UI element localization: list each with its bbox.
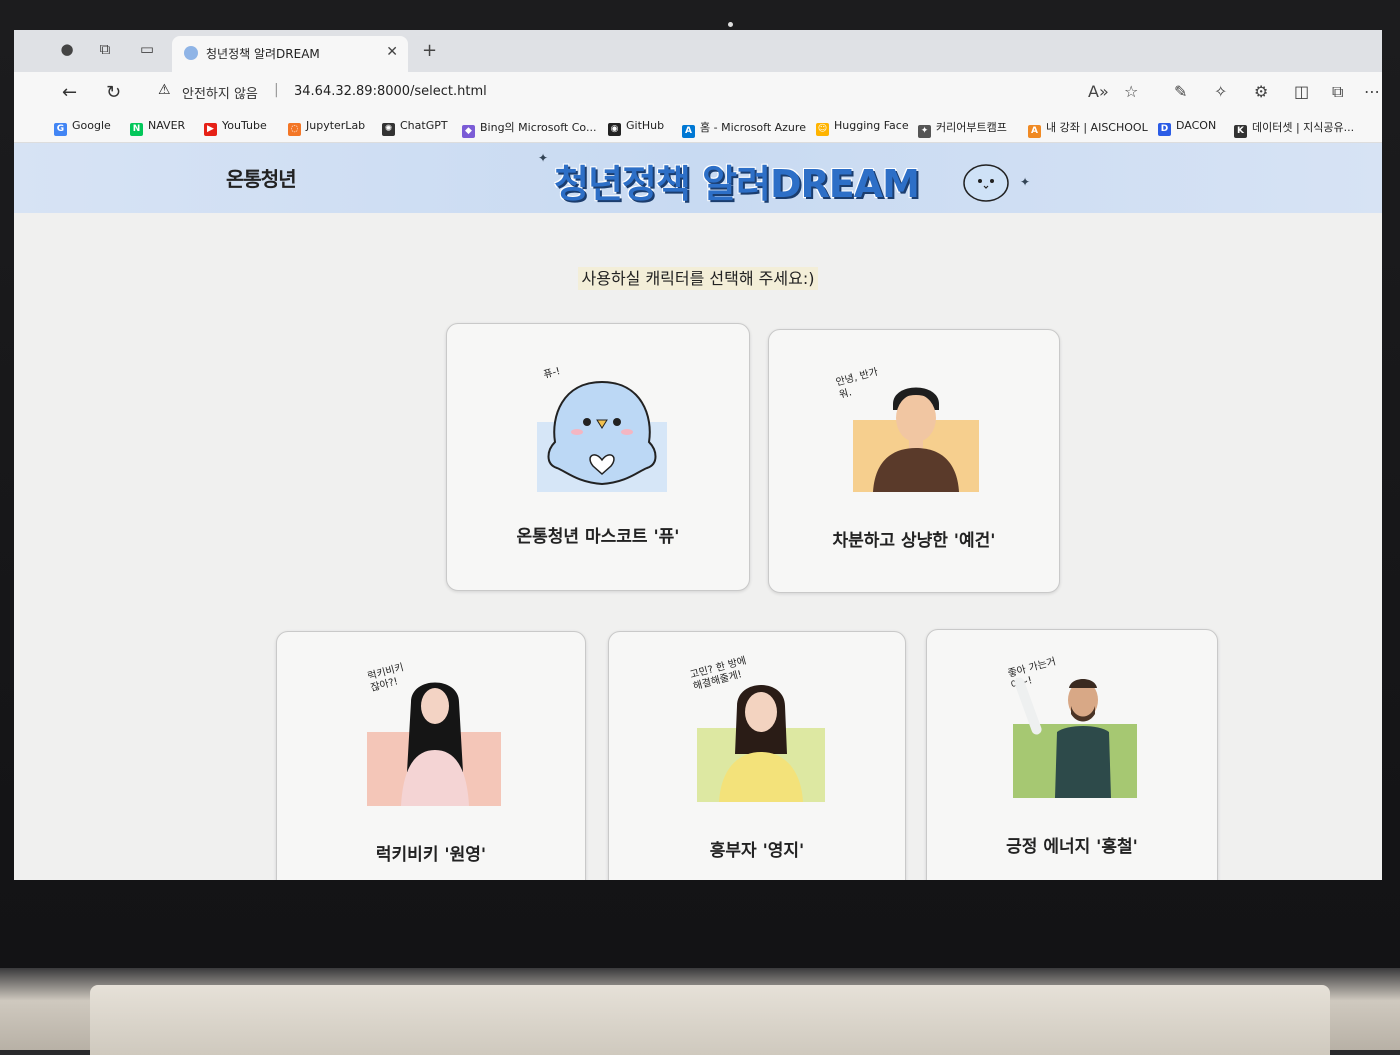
bookmark-google[interactable]: G Google	[54, 119, 111, 136]
copilot-icon: ◆	[462, 125, 475, 138]
url-separator: |	[274, 82, 279, 98]
collections-icon[interactable]: ⧉	[1332, 82, 1343, 102]
favorite-star-icon[interactable]: ☆	[1124, 82, 1138, 101]
bookmark-youtube[interactable]: ▶ YouTube	[204, 119, 267, 136]
tab-title: 청년정책 알려DREAM	[206, 47, 320, 61]
character-image-wonyoung	[367, 672, 501, 806]
more-menu-icon[interactable]: ⋯	[1364, 82, 1380, 101]
mascot-pyu-icon	[963, 164, 1009, 202]
screen: ● ⧉ ▭ 청년정책 알려DREAM ✕ + ← ↻ ⚠ 안전하지 않음 | 3…	[14, 30, 1382, 880]
character-card-pyu[interactable]: 퓨-! 온통청년 마스코트 '퓨'	[446, 323, 750, 591]
bookmark-naver[interactable]: N NAVER	[130, 119, 185, 136]
character-image-yegeon	[853, 374, 979, 492]
bookmark-azure[interactable]: A홈 - Microsoft Azure	[682, 119, 806, 138]
bookmark-huggingface[interactable]: ☺ Hugging Face	[816, 119, 909, 136]
profile-icon[interactable]: ●	[58, 40, 76, 58]
character-label[interactable]: 차분하고 상냥한 '예건'	[769, 526, 1059, 551]
dacon-icon: D	[1158, 123, 1171, 136]
site-logo[interactable]: 온통청년	[226, 163, 297, 192]
huggingface-icon: ☺	[816, 123, 829, 136]
read-aloud-icon[interactable]: A»	[1088, 82, 1109, 101]
character-card-youngji[interactable]: 고민? 한 방에 해결해줄게! 흥부자 '영지'	[608, 631, 906, 880]
sparkle-icon: ✦	[538, 151, 549, 165]
address-bar: ← ↻ ⚠ 안전하지 않음 | 34.64.32.89:8000/select.…	[14, 72, 1382, 112]
close-tab-icon[interactable]: ✕	[386, 44, 398, 60]
sparkle-icon: ✦	[1020, 175, 1031, 189]
aischool-icon: A	[1028, 125, 1041, 138]
bookmark-jupyterlab[interactable]: ◌ JupyterLab	[288, 119, 365, 136]
youngji-avatar-icon	[719, 685, 803, 802]
warning-icon[interactable]: ⚠	[158, 82, 171, 98]
character-label[interactable]: 온통청년 마스코트 '퓨'	[447, 522, 749, 547]
bootcamp-icon: ✦	[918, 125, 931, 138]
hongcheol-avatar-icon	[1014, 677, 1111, 798]
kaggle-k-icon: K	[1234, 125, 1247, 138]
character-card-wonyoung[interactable]: 럭키비키 잖아?! 럭키비키 '원영'	[276, 631, 586, 880]
character-label[interactable]: 긍정 에너지 '홍철'	[927, 832, 1217, 857]
character-card-hongcheol[interactable]: 좋아 가는거야~! 긍정 에너지 '홍철'	[926, 629, 1218, 880]
jupyter-icon: ◌	[288, 123, 301, 136]
workspaces-icon[interactable]: ⧉	[96, 40, 114, 58]
character-card-yegeon[interactable]: 안녕, 반가워. 차분하고 상냥한 '예건'	[768, 329, 1060, 593]
character-image-hongcheol	[1009, 666, 1139, 798]
select-character-prompt: 사용하실 캐릭터를 선택해 주세요:)	[14, 265, 1382, 290]
bookmarks-bar: G Google N NAVER ▶ YouTube ◌ JupyterLab ✺ Cha…	[14, 112, 1382, 143]
tab-bar: ● ⧉ ▭ 청년정책 알려DREAM ✕ +	[14, 30, 1382, 72]
azure-icon: A	[682, 125, 695, 138]
google-icon: G	[54, 123, 67, 136]
security-warning[interactable]: 안전하지 않음	[182, 83, 258, 102]
refresh-icon[interactable]: ↻	[106, 82, 121, 103]
laptop-hinge	[90, 985, 1330, 1055]
bookmark-aischool[interactable]: A내 강좌 | AISCHOOL	[1028, 119, 1148, 138]
github-icon: ◉	[608, 123, 621, 136]
bookmark-bing[interactable]: ◆ Bing의 Microsoft Co...	[462, 119, 596, 138]
bookmark-dacon[interactable]: D DACON	[1158, 119, 1216, 136]
chatgpt-icon: ✺	[382, 123, 395, 136]
tab-favicon-icon	[184, 46, 198, 60]
extensions-gear-icon[interactable]: ⚙	[1254, 82, 1268, 101]
split-screen-icon[interactable]: ◫	[1294, 82, 1309, 101]
bookmark-github[interactable]: ◉ GitHub	[608, 119, 664, 136]
active-tab[interactable]: 청년정책 알려DREAM ✕	[172, 36, 408, 72]
youtube-icon: ▶	[204, 123, 217, 136]
tab-actions-icon[interactable]: ▭	[138, 40, 156, 58]
url-text[interactable]: 34.64.32.89:8000/select.html	[294, 84, 487, 99]
back-icon[interactable]: ←	[62, 82, 77, 103]
header-banner: 온통청년 ✦ 청년정책 알려DREAM ✦	[14, 143, 1382, 213]
character-label[interactable]: 흥부자 '영지'	[609, 836, 905, 861]
extension-icon[interactable]: ✧	[1214, 82, 1227, 101]
bookmark-chatgpt[interactable]: ✺ ChatGPT	[382, 119, 448, 136]
naver-icon: N	[130, 123, 143, 136]
url-field[interactable]: ⚠ 안전하지 않음 | 34.64.32.89:8000/select.html	[144, 77, 1084, 107]
pen-icon[interactable]: ✎	[1174, 82, 1187, 101]
wonyoung-avatar-icon	[401, 682, 469, 806]
page-content: 온통청년 ✦ 청년정책 알려DREAM ✦ 사용하실 캐릭터를 선택해 주세요:…	[14, 143, 1382, 880]
banner-title: 청년정책 알려DREAM	[554, 162, 920, 206]
bookmark-bootcamp[interactable]: ✦ 커리어부트캠프	[918, 119, 1007, 138]
character-image-pyu	[537, 372, 667, 492]
character-label[interactable]: 럭키비키 '원영'	[277, 840, 585, 865]
character-image-youngji	[697, 672, 825, 802]
bookmark-dataset[interactable]: K 데이터셋 | 지식공유...	[1234, 119, 1354, 138]
new-tab-icon[interactable]: +	[422, 40, 437, 61]
webcam	[728, 22, 733, 27]
yegeon-avatar-icon	[873, 387, 959, 492]
pyu-mascot-icon	[547, 380, 657, 486]
